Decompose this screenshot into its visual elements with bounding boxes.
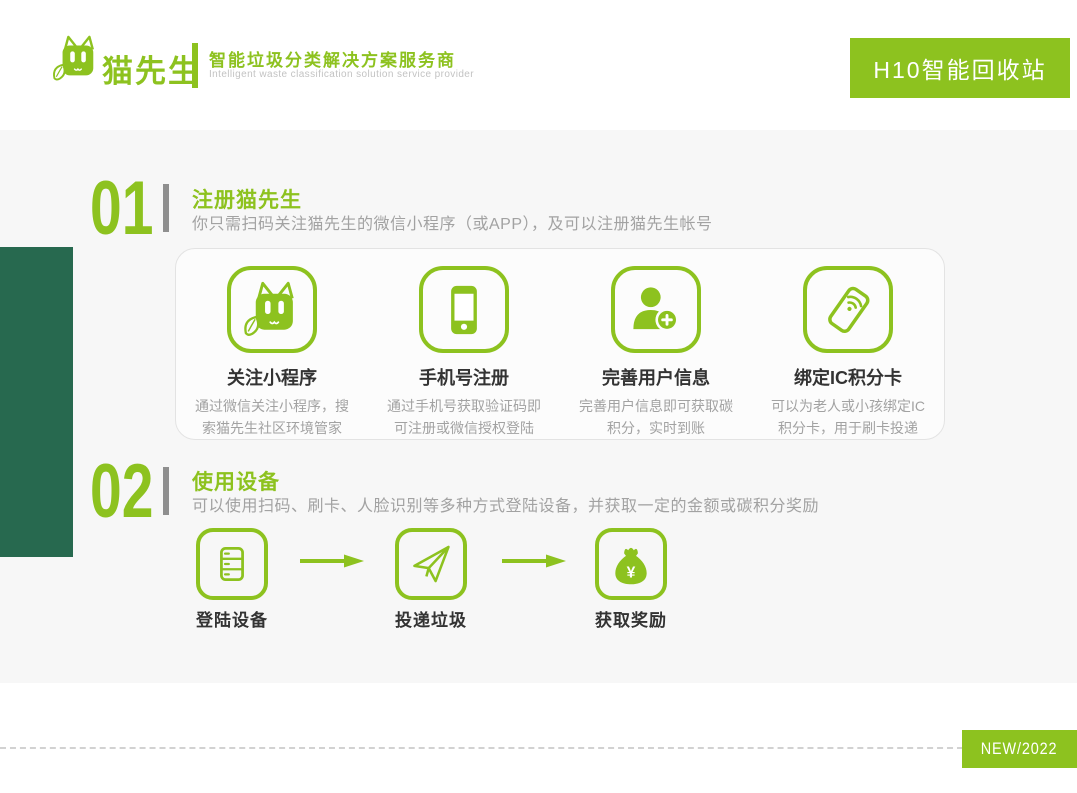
section-1-divider xyxy=(163,184,169,232)
brand-name: 猫先生 xyxy=(102,46,201,91)
section-2-description: 可以使用扫码、刷卡、人脸识别等多种方式登陆设备，并获取一定的金额或碳积分奖励 xyxy=(192,492,819,516)
arrow-right-icon xyxy=(502,553,568,569)
step-login-device: 登陆设备 xyxy=(196,528,268,600)
card-description: 可以为老人或小孩绑定IC积分卡，用于刷卡投递 xyxy=(766,395,930,439)
brand-tagline: 智能垃圾分类解决方案服务商 xyxy=(209,46,456,71)
card-title: 绑定IC积分卡 xyxy=(794,364,902,390)
card-description: 完善用户信息即可获取碳积分，实时到账 xyxy=(574,395,738,439)
card-phone-register: 手机号注册 通过手机号获取验证码即可注册或微信授权登陆 xyxy=(368,249,560,439)
step-label: 登陆设备 xyxy=(196,606,268,631)
section-1-number: 01 xyxy=(90,171,175,247)
card-follow-mini-program: 关注小程序 通过微信关注小程序，搜索猫先生社区环境管家 xyxy=(176,249,368,439)
phone-icon xyxy=(419,266,509,353)
brand-divider xyxy=(192,43,198,88)
card-title: 完善用户信息 xyxy=(602,364,710,390)
new-year-badge: NEW/2022 xyxy=(962,730,1077,768)
card-description: 通过手机号获取验证码即可注册或微信授权登陆 xyxy=(382,395,546,439)
ic-card-icon xyxy=(803,266,893,353)
card-title: 关注小程序 xyxy=(227,364,317,390)
user-add-icon xyxy=(611,266,701,353)
svg-text:¥: ¥ xyxy=(627,564,636,581)
card-description: 通过微信关注小程序，搜索猫先生社区环境管家 xyxy=(190,395,354,439)
step-label: 投递垃圾 xyxy=(395,606,467,631)
card-complete-profile: 完善用户信息 完善用户信息即可获取碳积分，实时到账 xyxy=(560,249,752,439)
card-bind-ic-card: 绑定IC积分卡 可以为老人或小孩绑定IC积分卡，用于刷卡投递 xyxy=(752,249,944,439)
cat-mini-program-icon xyxy=(227,266,317,353)
step-get-reward: ¥ 获取奖励 xyxy=(595,528,667,600)
side-accent-block xyxy=(0,247,73,557)
section-2-number: 02 xyxy=(90,454,175,530)
registration-cards: 关注小程序 通过微信关注小程序，搜索猫先生社区环境管家 手机号注册 通过手机号获… xyxy=(175,248,945,440)
poster-page: 猫先生 智能垃圾分类解决方案服务商 Intelligent waste clas… xyxy=(0,0,1077,793)
product-button[interactable]: H10智能回收站 xyxy=(850,38,1070,98)
section-2-divider xyxy=(163,467,169,515)
footer-dashed-divider xyxy=(0,747,963,749)
card-title: 手机号注册 xyxy=(419,364,509,390)
cat-logo-icon xyxy=(52,34,100,84)
reward-bag-icon: ¥ xyxy=(595,528,667,600)
section-1-description: 你只需扫码关注猫先生的微信小程序（或APP），及可以注册猫先生帐号 xyxy=(192,210,713,234)
paper-plane-icon xyxy=(395,528,467,600)
arrow-right-icon xyxy=(300,553,366,569)
device-login-icon xyxy=(196,528,268,600)
step-drop-waste: 投递垃圾 xyxy=(395,528,467,600)
step-label: 获取奖励 xyxy=(595,606,667,631)
brand-tagline-en: Intelligent waste classification solutio… xyxy=(209,69,474,80)
